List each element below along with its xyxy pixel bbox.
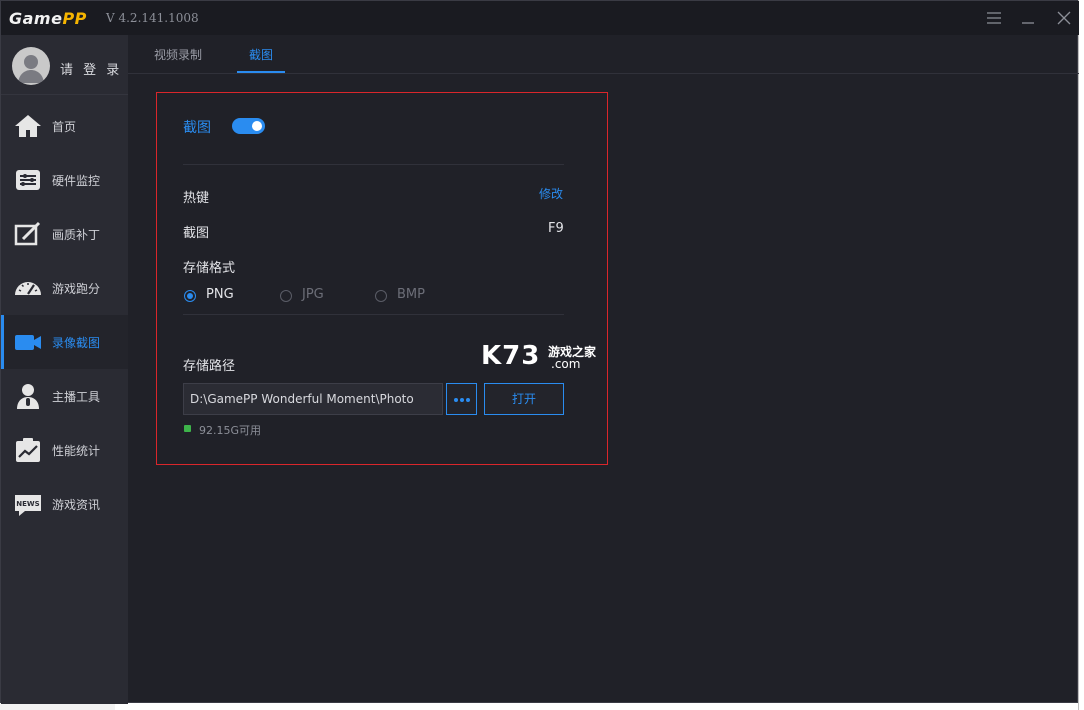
minimize-icon	[1022, 22, 1034, 24]
storage-format-label: 存储格式	[183, 261, 236, 276]
close-button[interactable]	[1053, 7, 1075, 29]
active-tab-indicator	[237, 71, 285, 73]
sidebar-item-recording[interactable]: 录像截图	[1, 315, 128, 369]
radio-dot	[184, 290, 196, 302]
close-icon	[1057, 11, 1071, 25]
sidebar-item-label: 首页	[52, 120, 77, 134]
sidebar-item-game-news[interactable]: NEWS 游戏资讯	[1, 477, 128, 531]
streamer-icon	[13, 381, 43, 411]
svg-text:NEWS: NEWS	[16, 500, 39, 508]
sidebar-item-label: 录像截图	[52, 336, 101, 350]
sidebar-item-label: 游戏跑分	[52, 282, 101, 296]
stats-chart-icon	[13, 435, 43, 465]
format-option-label: JPG	[302, 287, 324, 302]
browse-folder-button[interactable]	[446, 383, 477, 415]
version-label: V 4.2.141.1008	[106, 11, 199, 25]
hardware-monitor-icon	[13, 165, 43, 195]
minimize-button[interactable]	[1017, 7, 1039, 29]
sidebar: 请 登 录 首页 硬件监控 画质补丁 游戏跑分 录像截图 主播工具 性能统计 N…	[1, 35, 128, 704]
sidebar-item-home[interactable]: 首页	[1, 99, 128, 153]
user-icon	[18, 55, 44, 83]
sidebar-item-benchmark[interactable]: 游戏跑分	[1, 261, 128, 315]
edit-hotkey-link[interactable]: 修改	[539, 185, 563, 202]
home-icon	[13, 111, 43, 141]
screenshot-hotkey-value: F9	[548, 221, 564, 236]
tab-video-recording[interactable]: 视频录制	[154, 46, 202, 63]
menu-button[interactable]	[983, 7, 1005, 29]
sidebar-item-hardware-monitor[interactable]: 硬件监控	[1, 153, 128, 207]
radio-dot	[280, 290, 292, 302]
sidebar-item-performance-stats[interactable]: 性能统计	[1, 423, 128, 477]
gamepp-window: GamePP V 4.2.141.1008 请 登 录 首页 硬件监控 画质补丁…	[0, 0, 1079, 704]
free-space-text: 92.15G可用	[199, 424, 262, 437]
open-folder-button[interactable]: 打开	[484, 383, 564, 415]
user-section[interactable]: 请 登 录	[1, 35, 128, 95]
background-window-bottom	[115, 703, 1084, 710]
speedometer-icon	[13, 273, 43, 303]
divider	[183, 164, 564, 165]
storage-path-label: 存储路径	[183, 359, 236, 374]
sidebar-item-label: 硬件监控	[52, 174, 101, 188]
app-logo: GamePP	[9, 9, 87, 28]
divider	[183, 314, 564, 315]
site-watermark: K73 游戏之家 .com	[481, 341, 611, 375]
tab-screenshot[interactable]: 截图	[249, 46, 273, 63]
watermark-main: K73	[481, 341, 541, 371]
watermark-domain: .com	[551, 357, 581, 371]
toggle-knob	[252, 121, 262, 131]
menu-icon	[987, 12, 1001, 24]
radio-dot	[375, 290, 387, 302]
free-space-indicator	[184, 425, 191, 432]
background-window-right	[1078, 0, 1084, 710]
screenshot-enable-toggle[interactable]	[232, 118, 265, 134]
news-icon: NEWS	[13, 489, 43, 519]
avatar[interactable]	[12, 47, 50, 85]
sidebar-item-label: 主播工具	[52, 390, 101, 404]
sidebar-item-label: 性能统计	[52, 444, 101, 458]
storage-path-input[interactable]: D:\GamePP Wonderful Moment\Photo	[183, 383, 443, 415]
quality-patch-icon	[13, 219, 43, 249]
login-link[interactable]: 请 登 录	[60, 59, 122, 78]
video-camera-icon	[13, 327, 43, 357]
sidebar-item-label: 游戏资讯	[52, 498, 101, 512]
screenshot-settings-panel: 截图 热键 修改 截图 F9 存储格式 PNG JPG BMP 存储路径 D:\…	[156, 92, 608, 465]
screenshot-hotkey-label: 截图	[183, 226, 210, 241]
title-bar[interactable]: GamePP V 4.2.141.1008	[1, 1, 1079, 35]
sidebar-item-label: 画质补丁	[52, 228, 101, 242]
sidebar-item-streamer-tools[interactable]: 主播工具	[1, 369, 128, 423]
tab-bar: 视频录制 截图	[128, 35, 1079, 74]
format-option-label: PNG	[206, 287, 234, 302]
screenshot-section-title: 截图	[183, 120, 211, 136]
sidebar-item-quality-patch[interactable]: 画质补丁	[1, 207, 128, 261]
format-option-label: BMP	[397, 287, 425, 302]
hotkey-label: 热键	[183, 191, 210, 206]
